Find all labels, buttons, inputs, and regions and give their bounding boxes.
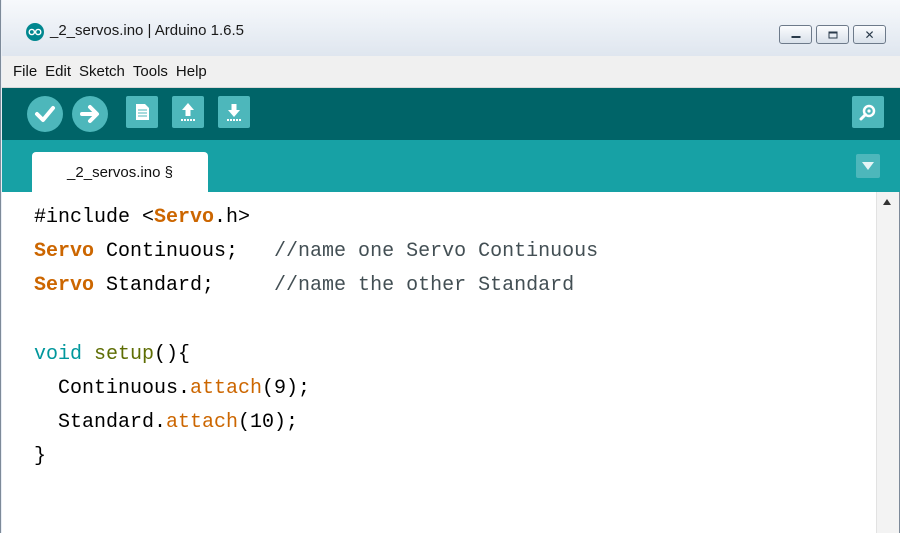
menu-edit[interactable]: Edit: [45, 63, 71, 80]
minimize-icon: [791, 35, 800, 38]
toolbar: [2, 88, 900, 140]
menu-tools[interactable]: Tools: [133, 63, 168, 80]
arduino-window: _2_servos.ino | Arduino 1.6.5 ✕ File Edi…: [0, 0, 900, 533]
chevron-down-icon: [862, 162, 874, 170]
new-icon: [136, 104, 149, 120]
code-token: Continuous;: [94, 240, 275, 264]
verify-button[interactable]: [27, 96, 63, 132]
code-token: (10);: [238, 411, 299, 435]
tab-bar: _2_servos.ino §: [2, 140, 900, 192]
code-line: Servo Standard; //name the other Standar…: [34, 274, 574, 297]
new-sketch-button[interactable]: [126, 96, 158, 128]
code-token: Standard;: [94, 274, 275, 298]
maximize-icon: [828, 31, 837, 38]
menu-sketch[interactable]: Sketch: [79, 63, 125, 80]
verify-icon: [35, 106, 55, 122]
tab-menu-button[interactable]: [856, 154, 880, 178]
window-controls: ✕: [779, 25, 886, 44]
code-token: Standard.: [34, 411, 167, 435]
code-line: Servo Continuous; //name one Servo Conti…: [34, 240, 598, 263]
code-token: setup: [94, 342, 155, 366]
code-token: Continuous.: [34, 377, 191, 400]
code-token: (){: [154, 342, 191, 366]
code-token: .h>: [214, 206, 251, 229]
upload-icon: [80, 105, 99, 123]
code-line: Continuous.attach(9);: [34, 377, 310, 400]
editor-scrollbar[interactable]: [876, 192, 899, 533]
window-title: _2_servos.ino | Arduino 1.6.5: [50, 22, 245, 39]
close-icon: ✕: [864, 27, 875, 42]
close-button[interactable]: ✕: [853, 25, 886, 44]
code-token: }: [34, 445, 47, 469]
arduino-logo-icon: [26, 23, 44, 41]
maximize-button[interactable]: [816, 25, 849, 44]
code-token: Servo: [154, 206, 215, 229]
open-icon: [181, 103, 195, 121]
code-token: (9);: [262, 377, 311, 400]
open-button[interactable]: [172, 96, 204, 128]
code-line: #include <Servo.h>: [34, 206, 250, 229]
code-token: //name the other Standard: [274, 274, 575, 298]
code-token: //name one Servo Continuous: [274, 240, 599, 264]
code-line: Standard.attach(10);: [34, 411, 298, 434]
scroll-up-arrow-icon[interactable]: [883, 199, 891, 205]
code-line: }: [34, 445, 46, 468]
title-bar[interactable]: _2_servos.ino | Arduino 1.6.5 ✕: [2, 0, 900, 56]
minimize-button[interactable]: [779, 25, 812, 44]
code-editor[interactable]: #include <Servo.h> Servo Continuous; //na…: [2, 192, 876, 533]
menu-bar: File Edit Sketch Tools Help: [2, 56, 900, 88]
save-button[interactable]: [218, 96, 250, 128]
code-token: attach: [166, 411, 239, 435]
code-token: attach: [190, 377, 263, 400]
serial-monitor-icon: [859, 104, 876, 121]
code-token: Servo: [34, 240, 95, 264]
code-token: void: [34, 342, 83, 366]
menu-file[interactable]: File: [13, 63, 37, 80]
tab-sketch[interactable]: _2_servos.ino §: [32, 152, 208, 192]
save-icon: [227, 104, 241, 121]
code-token: Servo: [34, 274, 95, 298]
menu-help[interactable]: Help: [176, 63, 207, 80]
code-line: void setup(){: [34, 343, 190, 366]
code-token: #include <: [34, 206, 155, 229]
serial-monitor-button[interactable]: [852, 96, 884, 128]
upload-button[interactable]: [72, 96, 108, 132]
